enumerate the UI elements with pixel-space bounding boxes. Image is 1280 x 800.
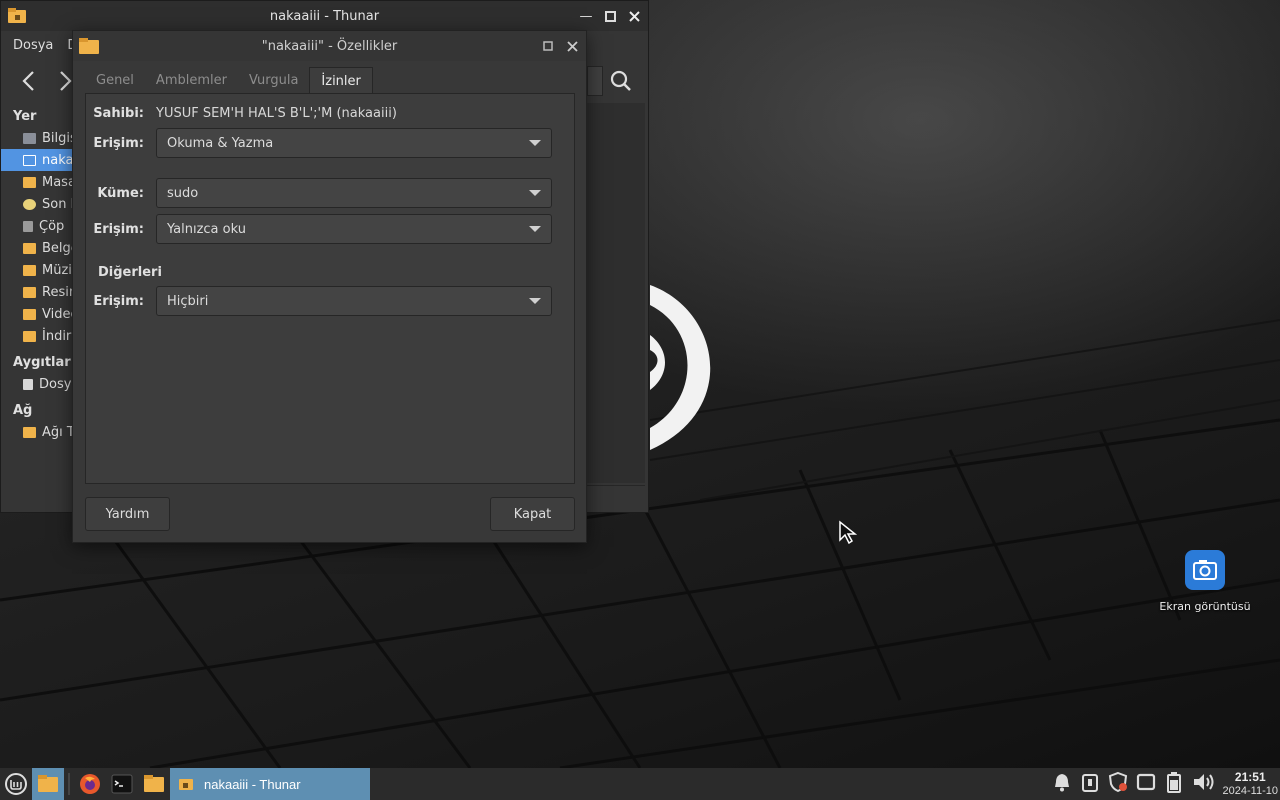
file-manager-launcher[interactable] [138,768,170,800]
taskbar-separator [68,773,70,795]
tab-emblems[interactable]: Amblemler [145,67,238,94]
maximize-button[interactable] [600,7,620,25]
documents-folder-icon [23,242,36,254]
battery-icon[interactable] [1163,771,1185,797]
dialog-window-controls [538,37,582,55]
task-thunar-label: nakaaiii - Thunar [204,776,301,792]
owner-access-select[interactable]: Okuma & Yazma [156,128,552,158]
mouse-cursor-icon [838,520,858,548]
dialog-title: "nakaaiii" - Özellikler [261,38,398,54]
clipboard-icon[interactable] [1079,771,1101,797]
network-folder-icon [23,426,36,438]
home-icon [23,154,36,166]
terminal-icon [111,774,133,794]
notification-bell-icon[interactable] [1051,771,1073,797]
properties-dialog: "nakaaiii" - Özellikler Genel Amblemler … [72,30,587,543]
computer-icon [23,132,36,144]
clock[interactable]: 21:51 2024-11-10 [1223,770,1278,798]
videos-folder-icon [23,308,36,320]
file-view-area[interactable] [587,103,645,483]
thunar-window-controls: — [576,7,644,25]
group-select[interactable]: sudo [156,178,552,208]
others-access-select[interactable]: Hiçbiri [156,286,552,316]
owner-value: YUSUF SEM'H HAL'S B'L';'M (nakaaiii) [156,106,397,121]
help-button[interactable]: Yardım [85,497,170,531]
task-thunar[interactable]: nakaaiii - Thunar [170,768,370,800]
search-icon[interactable] [609,69,633,97]
clock-date: 2024-11-10 [1222,785,1278,797]
firefox-launcher[interactable] [74,768,106,800]
chevron-down-icon [529,226,541,232]
show-desktop-button[interactable] [32,768,64,800]
folder-icon [144,775,164,792]
system-tray: 21:51 2024-11-10 [1051,768,1280,800]
group-label: Küme: [97,185,144,201]
recent-icon [23,198,36,210]
display-icon[interactable] [1135,771,1157,797]
permissions-panel: Sahibi: YUSUF SEM'H HAL'S B'L';'M (nakaa… [85,93,575,484]
firefox-icon [80,774,100,794]
clock-time: 21:51 [1234,770,1266,784]
group-access-select[interactable]: Yalnızca oku [156,214,552,244]
close-button[interactable] [562,37,582,55]
thunar-titlebar[interactable]: nakaaiii - Thunar — [1,1,648,31]
camera-icon [1185,550,1225,590]
others-access-label: Erişim: [93,293,144,309]
owner-access-row: Erişim: Okuma & Yazma [86,128,552,158]
group-row: Küme: sudo [86,178,552,208]
close-dialog-button[interactable]: Kapat [490,497,575,531]
maximize-button[interactable] [538,37,558,55]
dialog-titlebar[interactable]: "nakaaiii" - Özellikler [73,31,586,61]
dialog-tabs: Genel Amblemler Vurgula İzinler [85,67,373,94]
statusbar-divider [587,485,645,486]
trash-icon [23,220,33,232]
desktop-icon-screenshot[interactable]: Ekran görüntüsü [1150,550,1260,613]
tab-permissions[interactable]: İzinler [309,67,373,94]
owner-label: Sahibi: [93,106,144,121]
chevron-down-icon [529,298,541,304]
tab-general[interactable]: Genel [85,67,145,94]
group-access-label: Erişim: [93,221,144,237]
update-shield-icon[interactable] [1107,771,1129,797]
chevron-down-icon [529,140,541,146]
close-button[interactable] [624,7,644,25]
minimize-button[interactable]: — [576,7,596,25]
music-folder-icon [23,264,36,276]
desktop-icon-label: Ekran görüntüsü [1159,600,1251,613]
mint-logo-icon [5,773,27,795]
pictures-folder-icon [23,286,36,298]
desktop-folder-icon [23,176,36,188]
folder-app-icon [7,7,27,29]
menu-file[interactable]: Dosya [13,38,53,53]
owner-access-label: Erişim: [93,135,144,151]
folder-icon [78,36,100,60]
back-icon[interactable] [19,69,39,97]
others-access-row: Erişim: Hiçbiri [86,286,552,316]
taskbar: nakaaiii - Thunar 21:51 2024-11-10 [0,768,1280,800]
folder-icon [38,775,58,792]
owner-row: Sahibi: YUSUF SEM'H HAL'S B'L';'M (nakaa… [86,106,397,121]
group-access-row: Erişim: Yalnızca oku [86,214,552,244]
chevron-down-icon [529,190,541,196]
terminal-launcher[interactable] [106,768,138,800]
others-heading: Diğerleri [98,265,162,280]
start-menu-button[interactable] [0,768,32,800]
tab-highlight[interactable]: Vurgula [238,67,309,94]
filesystem-icon [23,378,33,390]
folder-icon [179,779,193,790]
volume-icon[interactable] [1191,771,1217,797]
path-bar-end[interactable] [587,66,603,96]
thunar-title: nakaaiii - Thunar [269,8,380,24]
downloads-folder-icon [23,330,36,342]
